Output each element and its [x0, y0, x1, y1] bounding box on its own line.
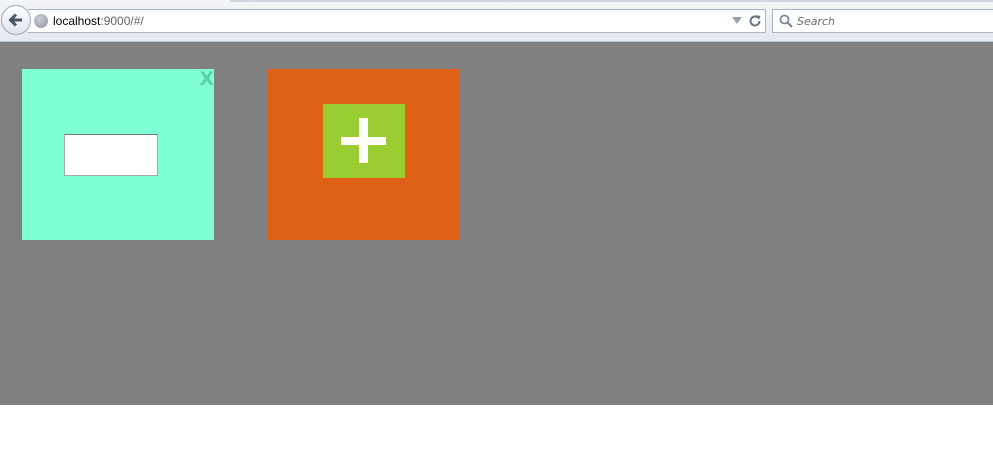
url-port-path: :9000/#/: [100, 14, 144, 28]
add-card: [268, 69, 459, 240]
note-card: X: [22, 69, 214, 240]
search-icon: [779, 14, 793, 28]
note-text-input[interactable]: [64, 134, 158, 176]
address-bar[interactable]: localhost:9000/#/: [28, 9, 766, 33]
back-button[interactable]: [1, 5, 31, 35]
globe-icon: [34, 14, 48, 28]
tab-strip-edge: [230, 0, 993, 2]
add-note-button[interactable]: [323, 104, 405, 178]
plus-icon-bar: [341, 137, 386, 145]
history-dropdown-icon[interactable]: [732, 17, 742, 24]
url-host: localhost: [53, 14, 101, 28]
arrow-left-icon: [8, 13, 22, 27]
page-content: X: [0, 42, 993, 405]
close-button[interactable]: X: [199, 69, 214, 89]
reload-icon[interactable]: [746, 11, 764, 31]
search-input[interactable]: [797, 12, 987, 30]
search-bar[interactable]: [772, 9, 993, 33]
url-text[interactable]: localhost:9000/#/: [53, 14, 144, 28]
browser-toolbar: localhost:9000/#/: [0, 0, 993, 42]
